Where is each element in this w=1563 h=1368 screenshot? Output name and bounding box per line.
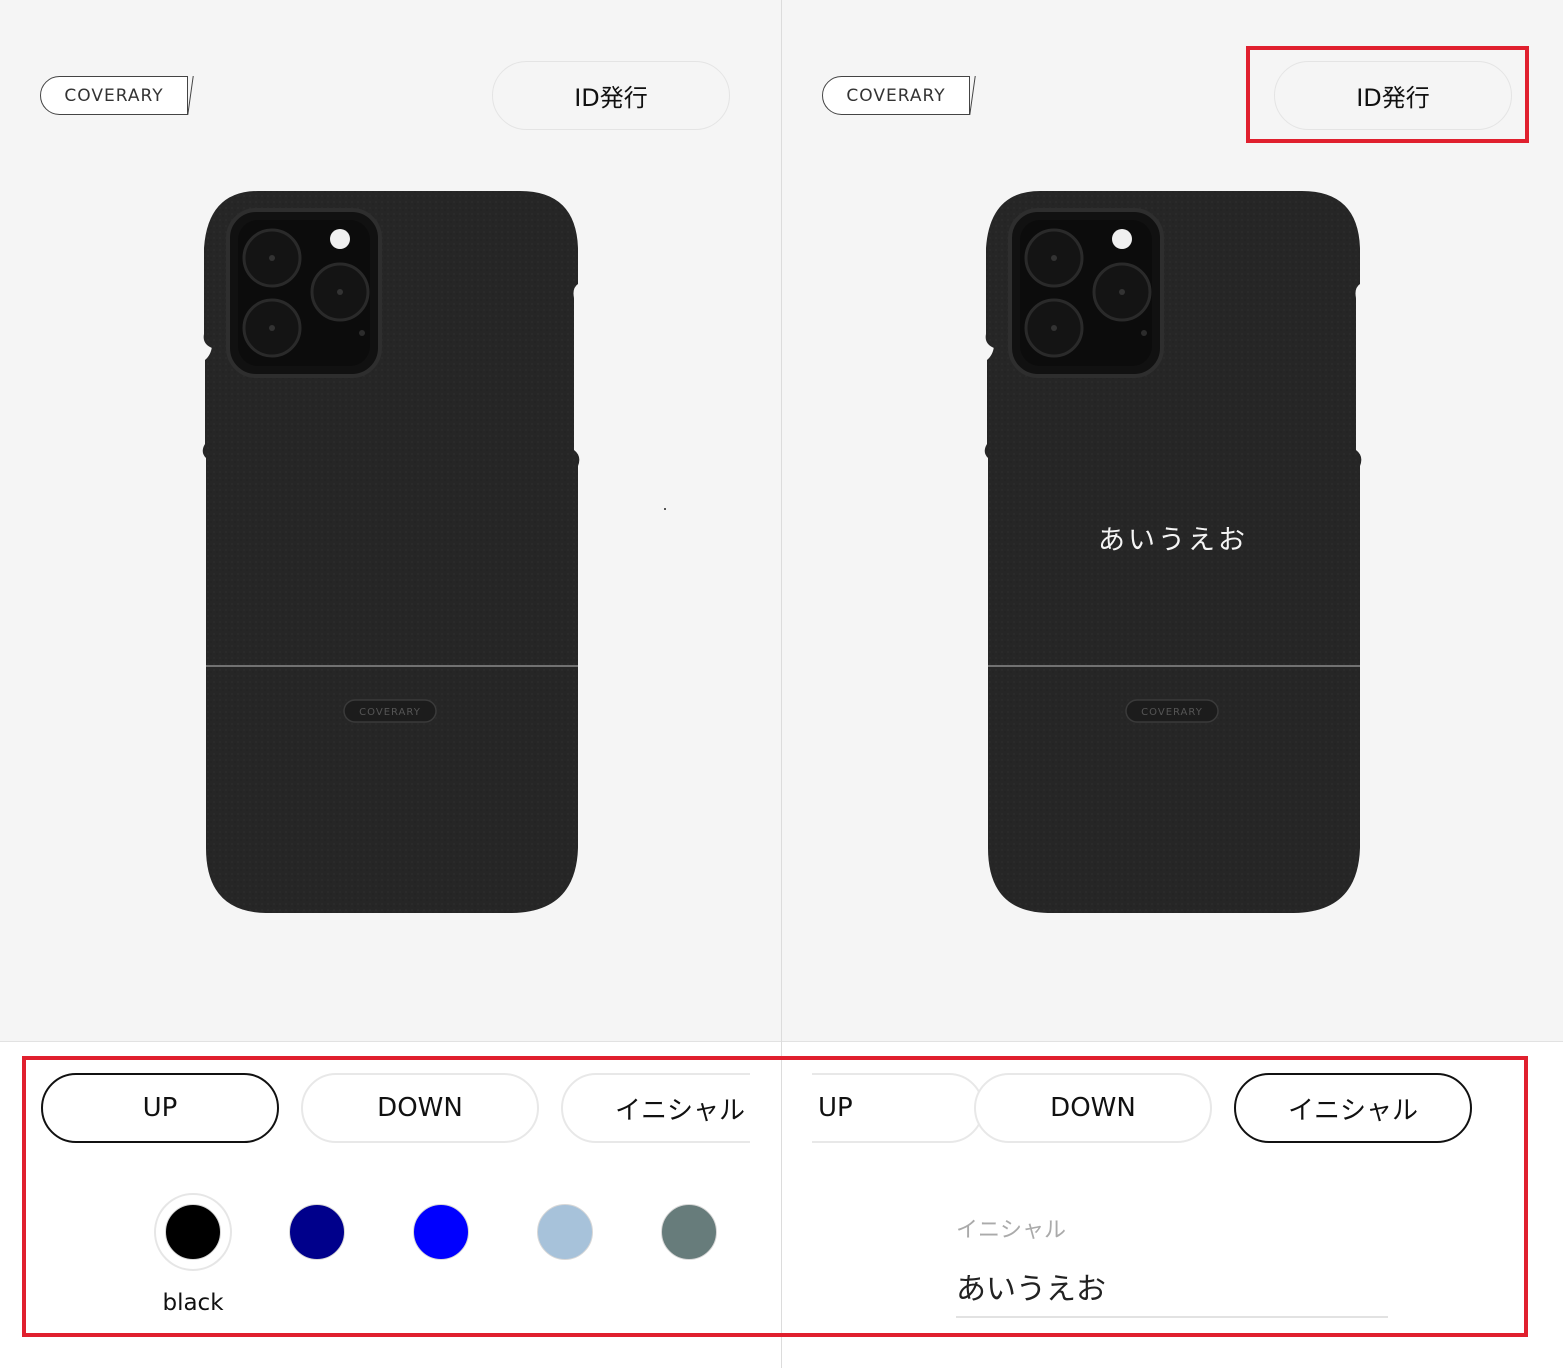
tab-down[interactable]: DOWN (301, 1073, 539, 1143)
camera-lens (1024, 298, 1084, 358)
left-configurator-panel: COVERARY ID発行 COVERARY UP DOWN イニシャル bla… (0, 0, 781, 1368)
camera-lens (1024, 228, 1084, 288)
id-issue-button[interactable]: ID発行 (1274, 61, 1512, 130)
swatch-light-blue[interactable] (537, 1204, 593, 1260)
flash-icon (1112, 229, 1132, 249)
selected-swatch-label: black (162, 1290, 224, 1316)
initial-field-label: イニシャル (956, 1218, 1067, 1243)
right-configurator-panel: COVERARY ID発行 COVERARY あいうえお UP DOWN イニシ… (782, 0, 1563, 1368)
camera-lens (242, 298, 302, 358)
tab-up[interactable]: UP (41, 1073, 279, 1143)
swatch-gray-green[interactable] (661, 1204, 717, 1260)
swatch-navy[interactable] (289, 1204, 345, 1260)
case-initial-text: あいうえお (1098, 525, 1248, 556)
camera-lens (242, 228, 302, 288)
brand-logo[interactable]: COVERARY (822, 76, 970, 115)
stray-dot (664, 508, 666, 510)
tab-strip-clip: イニシャル (540, 1060, 750, 1160)
camera-lens (310, 262, 370, 322)
camera-lens (1092, 262, 1152, 322)
case-emblem-text: COVERARY (359, 707, 421, 718)
tab-strip-clip: UP (812, 1060, 984, 1160)
id-issue-button[interactable]: ID発行 (492, 61, 730, 130)
tab-initial[interactable]: イニシャル (561, 1073, 750, 1143)
tab-down[interactable]: DOWN (974, 1073, 1212, 1143)
phone-case-illustration: COVERARY (202, 191, 580, 913)
flash-icon (330, 229, 350, 249)
tab-up[interactable]: UP (812, 1073, 984, 1143)
swatch-blue[interactable] (413, 1204, 469, 1260)
phone-case-preview: COVERARY あいうえお (982, 188, 1364, 916)
swatch-black[interactable] (165, 1204, 221, 1260)
initial-input[interactable] (956, 1256, 1388, 1318)
case-emblem-text: COVERARY (1141, 707, 1203, 718)
brand-logo[interactable]: COVERARY (40, 76, 188, 115)
preview-divider (0, 1041, 781, 1042)
tab-initial[interactable]: イニシャル (1234, 1073, 1472, 1143)
phone-case-preview: COVERARY (200, 188, 582, 916)
preview-divider (782, 1041, 1563, 1042)
